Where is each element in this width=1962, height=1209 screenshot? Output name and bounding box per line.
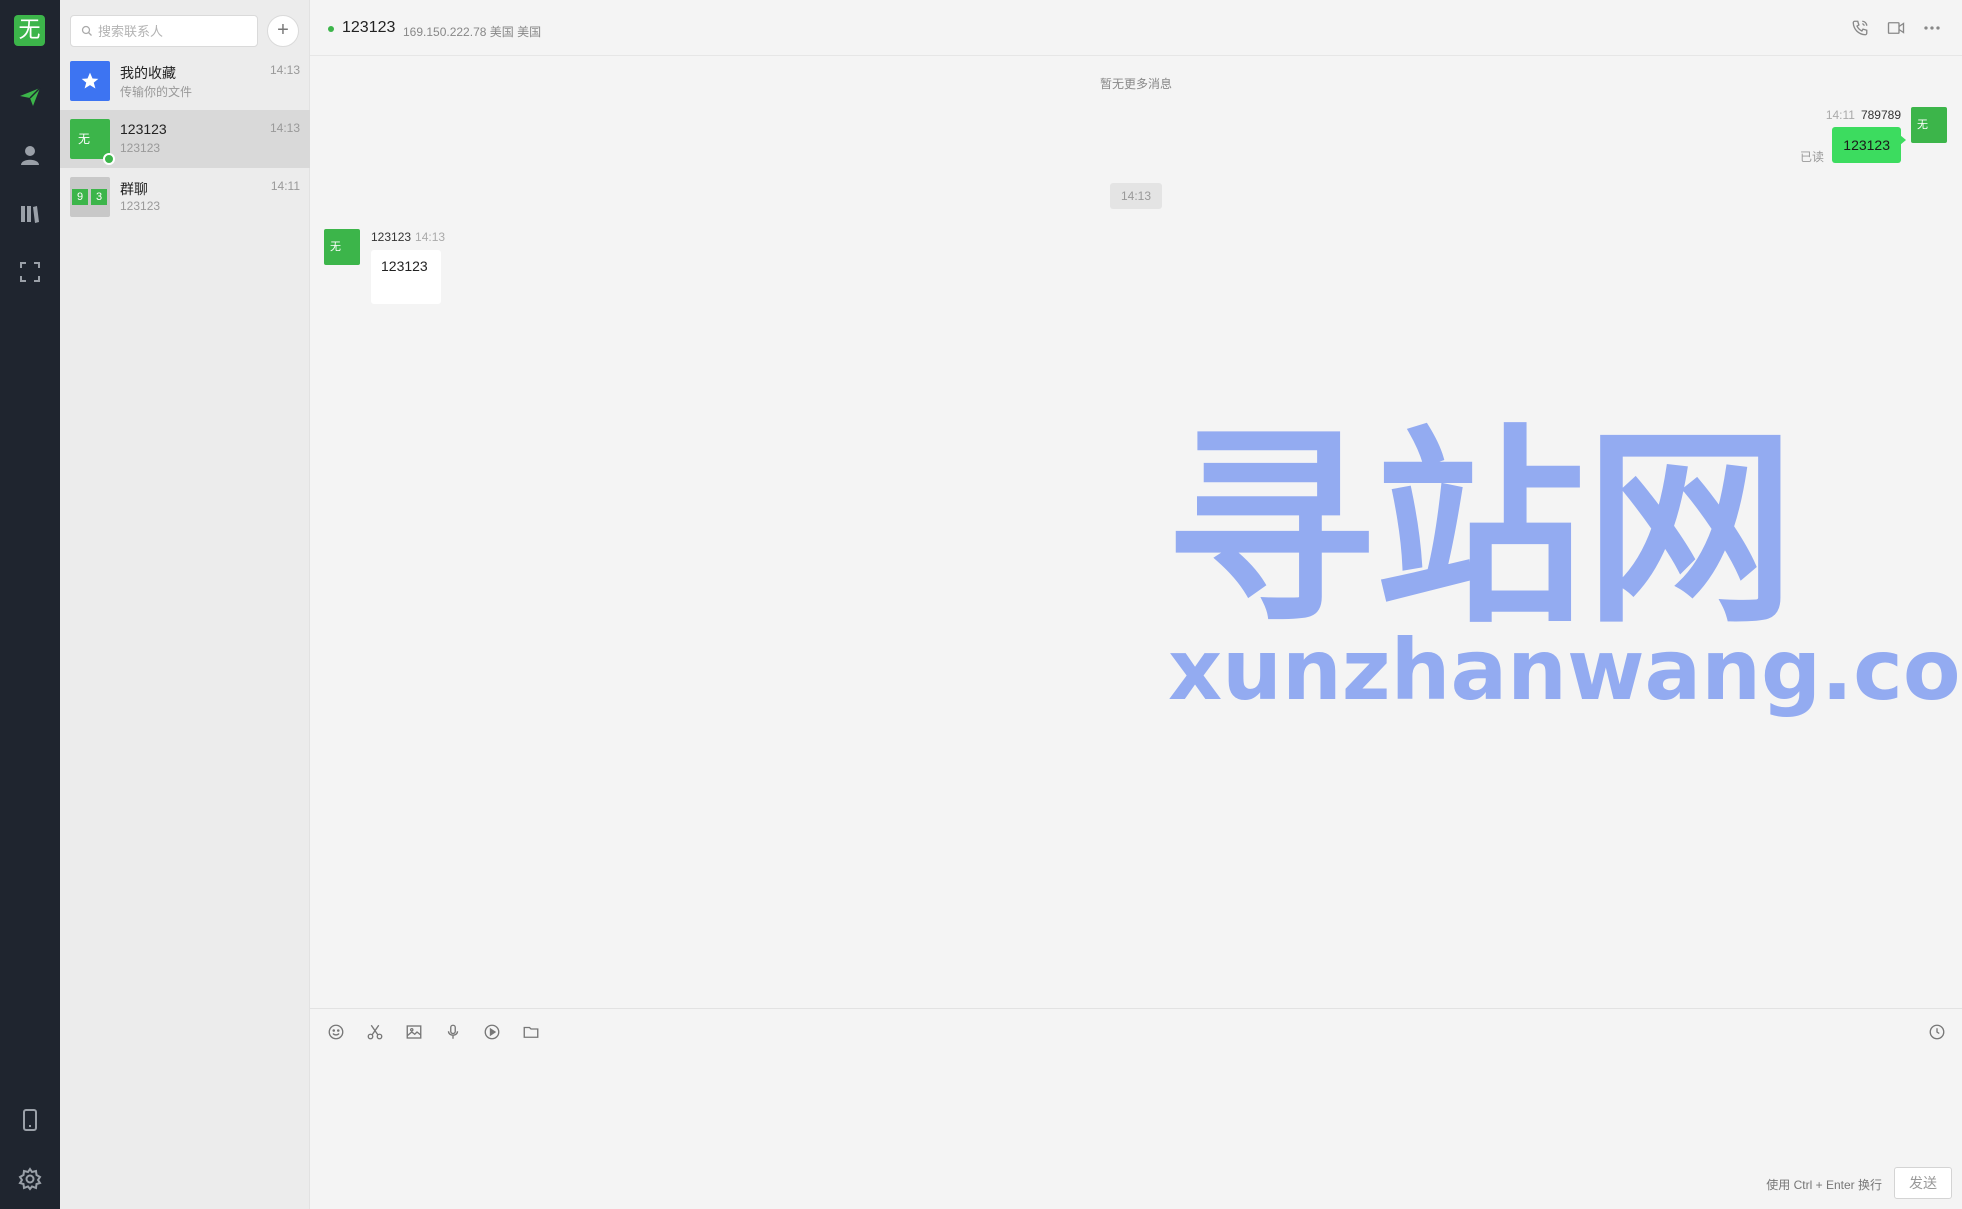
send-button[interactable]: 发送 bbox=[1894, 1167, 1952, 1199]
list-item-favorites[interactable]: 我的收藏 传输你的文件 14:13 bbox=[60, 52, 310, 110]
no-more-messages: 暂无更多消息 bbox=[1099, 77, 1172, 91]
contact-time: 14:13 bbox=[269, 63, 300, 77]
add-contact-button[interactable]: + bbox=[267, 15, 299, 47]
microphone-icon bbox=[447, 1024, 459, 1039]
composer-toolbar bbox=[326, 1022, 541, 1042]
list-item-123123[interactable]: 无 123123 123123 14:13 bbox=[60, 110, 310, 168]
incoming-message-bubble[interactable]: 123123 bbox=[371, 250, 441, 304]
user-icon bbox=[21, 146, 39, 165]
star-icon bbox=[81, 72, 99, 89]
clock-icon bbox=[1929, 1024, 1945, 1040]
nav-scan[interactable] bbox=[15, 257, 45, 287]
voice-button[interactable] bbox=[443, 1022, 463, 1042]
image-button[interactable] bbox=[404, 1022, 424, 1042]
group-avatar-tile: 9 bbox=[72, 189, 88, 205]
contact-preview: 123123 bbox=[120, 141, 161, 155]
more-icon bbox=[1924, 26, 1940, 30]
file-button[interactable] bbox=[521, 1022, 541, 1042]
phone-icon bbox=[1852, 20, 1868, 36]
library-icon bbox=[21, 206, 39, 223]
more-button[interactable] bbox=[1922, 18, 1942, 38]
list-item-group-chat[interactable]: 9 3 群聊 123123 14:11 bbox=[60, 168, 310, 226]
nav-files[interactable] bbox=[15, 199, 45, 229]
nav-rail: 无 bbox=[0, 0, 60, 1209]
read-receipt: 已读 bbox=[1799, 150, 1824, 164]
avatar bbox=[70, 61, 110, 101]
contact-preview: 123123 bbox=[120, 199, 161, 213]
message-time: 14:13 bbox=[415, 230, 446, 244]
scan-icon bbox=[20, 262, 40, 282]
avatar: 无 bbox=[70, 119, 110, 159]
video-icon bbox=[1887, 22, 1905, 34]
contact-name: 123123 bbox=[120, 121, 167, 137]
search-input[interactable] bbox=[98, 23, 248, 39]
message-composer: 使用 Ctrl + Enter 换行 发送 bbox=[310, 1008, 1962, 1209]
outgoing-meta: 14:11 789789 bbox=[1826, 108, 1901, 122]
send-icon bbox=[20, 87, 41, 106]
contact-time: 14:11 bbox=[270, 179, 300, 193]
message-input[interactable] bbox=[326, 1054, 1946, 1164]
group-avatar: 9 3 bbox=[70, 177, 110, 217]
video-button[interactable] bbox=[482, 1022, 502, 1042]
incoming-meta: 123123 14:13 bbox=[371, 230, 445, 244]
app-logo: 无 bbox=[14, 15, 45, 46]
time-separator: 14:13 bbox=[1110, 183, 1162, 209]
contact-list-panel: + 我的收藏 传输你的文件 14:13 无 123123 123123 14:1… bbox=[60, 0, 310, 1209]
mobile-icon bbox=[23, 1109, 37, 1131]
nav-mobile[interactable] bbox=[15, 1105, 45, 1135]
online-indicator bbox=[103, 153, 115, 165]
search-box[interactable] bbox=[70, 15, 258, 47]
group-avatar-tile: 3 bbox=[91, 189, 107, 205]
contact-preview: 传输你的文件 bbox=[120, 85, 193, 99]
history-button[interactable] bbox=[1927, 1022, 1947, 1042]
message-sender: 123123 bbox=[371, 230, 412, 244]
message-time: 14:11 bbox=[1825, 108, 1855, 122]
voice-call-button[interactable] bbox=[1850, 18, 1870, 38]
nav-contacts[interactable] bbox=[15, 140, 45, 170]
watermark-cn: 寻站网 bbox=[1165, 407, 1796, 652]
play-circle-icon bbox=[484, 1024, 500, 1040]
contact-name: 我的收藏 bbox=[120, 65, 176, 81]
shortcut-hint: 使用 Ctrl + Enter 换行 bbox=[1766, 1178, 1882, 1192]
emoji-icon bbox=[328, 1024, 344, 1040]
chat-title: 123123 bbox=[342, 19, 396, 36]
chat-panel: 123123 169.150.222.78 美国 美国 暂无更多消息 14:11… bbox=[310, 0, 1962, 1209]
chat-header: 123123 169.150.222.78 美国 美国 bbox=[310, 0, 1962, 56]
image-icon bbox=[406, 1025, 422, 1039]
emoji-button[interactable] bbox=[326, 1022, 346, 1042]
avatar[interactable]: 无 bbox=[1911, 107, 1947, 143]
outgoing-message-bubble[interactable]: 123123 bbox=[1832, 127, 1906, 163]
screenshot-button[interactable] bbox=[365, 1022, 385, 1042]
video-call-button[interactable] bbox=[1886, 18, 1906, 38]
online-status-dot bbox=[328, 26, 334, 32]
contact-name: 群聊 bbox=[120, 181, 148, 197]
avatar[interactable]: 无 bbox=[324, 229, 360, 265]
scissors-icon bbox=[367, 1024, 383, 1040]
contact-time: 14:13 bbox=[269, 121, 300, 135]
nav-chat[interactable] bbox=[15, 82, 45, 112]
watermark-en: xunzhanwang.com bbox=[1168, 621, 1962, 719]
nav-settings[interactable] bbox=[15, 1164, 45, 1194]
folder-icon bbox=[523, 1026, 539, 1038]
chat-ip-location: 169.150.222.78 美国 美国 bbox=[403, 25, 542, 39]
message-sender: 789789 bbox=[1860, 108, 1901, 122]
search-icon bbox=[81, 25, 92, 36]
gear-icon bbox=[18, 1167, 42, 1191]
